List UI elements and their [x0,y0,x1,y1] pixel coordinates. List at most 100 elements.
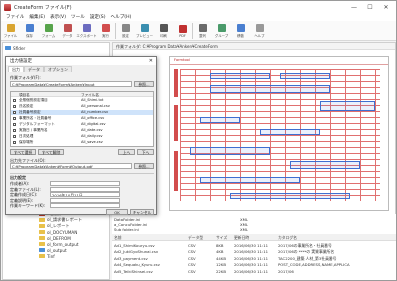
checkbox[interactable] [13,111,16,114]
toolbar-label: エクスポート [76,34,97,38]
toolbar-button-8[interactable]: 印刷 [154,21,173,41]
toolbar-button-1[interactable]: 保存 [20,21,39,41]
tree-item[interactable]: Sflder [3,45,109,51]
table-row[interactable]: Ad3_payment.csv CSV 44KB 2016/06/30 11:11 TA… [112,255,396,261]
output-item-row[interactable]: 氏名設定 All_personal.csv [11,104,153,109]
form-rule-line [360,69,361,201]
menu-bar: ファイル 編集(E) 表示(V) ツール 設定(S) ヘルプ(H) [1,13,396,21]
column-header[interactable]: カタログ名 [278,235,297,241]
table-cell: 22KB [216,268,226,274]
column-header[interactable]: データ型 [188,235,203,241]
checkbox[interactable] [13,135,16,138]
toolbar-icon [82,24,91,32]
menu-item-5[interactable]: ヘルプ(H) [111,14,132,20]
list-item[interactable]: Sub folder.ini XML [112,226,396,232]
ok-button[interactable]: OK [106,209,128,215]
output-browse-button[interactable]: 参照... [134,163,154,169]
menu-item-4[interactable]: 設定(S) [90,14,106,20]
table-row[interactable]: Ad4_Sequaku_Kyuru.csv CSV 12KB 2016/06/30 1… [112,262,396,268]
column-header[interactable]: 名前 [114,235,122,241]
dialog-tab-0[interactable]: 出力 [8,66,24,72]
output-item-row[interactable]: 実施日 / 事業所名 All_date.csv [11,128,153,133]
move-down-button[interactable]: 下へ [137,149,154,155]
output-item-row[interactable]: 全般個別設定項目 All_Shimi.txt [11,98,153,103]
checkbox[interactable] [13,105,16,108]
field-input[interactable]: 2016年10月11日 [50,192,120,197]
menu-item-3[interactable]: ツール [71,14,85,20]
column-header[interactable]: 更新日時 [234,235,249,241]
field-input[interactable] [50,186,120,192]
toolbar-button-0[interactable]: ファイル [1,21,20,41]
toolbar-button-10[interactable]: 整列 [193,21,212,41]
menu-item-0[interactable]: ファイル [6,14,24,20]
menu-item-1[interactable]: 編集(E) [29,14,45,20]
table-cell: CSV [188,249,196,254]
field-input[interactable] [50,203,120,208]
output-item-file: All_personal.csv [81,104,110,109]
form-field-box [230,193,350,199]
form-preview[interactable]: Formtool [169,56,389,211]
toolbar-button-9[interactable]: PDF [173,21,192,41]
table-row[interactable]: Ad2_JukiGyoShunai.csv CSV 4KB 2016/06/30 11… [112,249,396,255]
output-item-row[interactable]: 日次処理 All_daily.csv [11,134,153,139]
output-item-row[interactable]: 保存場所 All_save.csv [11,140,153,145]
toolbar-label: PDF [179,33,186,38]
output-items-list[interactable]: 項目名 ファイル名 全般個別設定項目 All_Shimi.txt 氏名設定 All_p… [10,91,154,147]
toolbar-button-6[interactable]: 設定 [116,21,135,41]
window-title: CreateForm ファイル(F) [14,4,72,11]
toolbar-button-4[interactable]: エクスポート [76,21,97,41]
checkbox[interactable] [13,141,16,144]
field-input[interactable] [50,197,120,203]
checkbox[interactable] [13,99,16,102]
toolbar-label: 整列 [199,34,206,38]
minimize-button[interactable]: — [346,1,362,13]
output-item-row[interactable]: 社員番号設定 All_number.csv [11,110,153,115]
folder-icon [39,218,45,222]
folder-browse-button[interactable]: 参照... [134,81,154,87]
output-field[interactable]: C:¥ProgramData¥Anken¥Form¥Output.pdf [10,163,132,169]
dialog-title: 出力値設定 [10,59,32,64]
table-cell: CSV [188,255,196,261]
form-field-box [210,73,270,79]
output-item-file: All_number.csv [81,110,109,115]
tree-item[interactable]: Tinf [3,253,109,259]
toolbar-button-13[interactable]: ヘルプ [250,21,269,41]
menu-item-2[interactable]: 表示(V) [50,14,66,20]
toolbar-button-2[interactable]: フォーム [39,21,58,41]
field-input[interactable] [50,181,120,186]
toolbar-button-7[interactable]: プレビュー [135,21,154,41]
output-item-name: 日次処理 [19,134,34,139]
checkbox[interactable] [13,123,16,126]
table-cell: CSV [188,242,196,248]
file-list[interactable]: DataFolder.ini XML a_ConcuFolder.ini XML Sub… [112,214,396,280]
tree-item-label: ol_DOCYUMAN [47,229,78,235]
select-all-button[interactable]: すべて選択 [10,149,36,155]
dialog-close-icon[interactable]: ✕ [149,58,153,64]
toolbar-button-11[interactable]: グループ [212,21,231,41]
toolbar-button-12[interactable]: 移動 [231,21,250,41]
deselect-all-button[interactable]: すべて解除 [38,149,64,155]
output-item-row[interactable]: 事業所名・社員番号 All_office.csv [11,116,153,121]
move-up-button[interactable]: 上へ [118,149,135,155]
close-button[interactable]: ✕ [378,1,394,13]
form-field-box [280,73,330,79]
output-item-row[interactable]: デジタルフォーマット All_digital.csv [11,122,153,127]
column-header[interactable]: サイズ [216,235,227,241]
toolbar-label: グループ [214,34,229,38]
folder-field[interactable]: C:¥ProgramData¥CreateForm¥Anken¥Input [10,81,132,87]
output-item-name: 全般個別設定項目 [19,98,48,103]
table-row[interactable]: Ad1_ShimiKouryu.csv CSV 8KB 2016/06/30 11:1… [112,242,396,248]
checkbox[interactable] [13,129,16,132]
toolbar-label: フォーム [41,34,56,38]
checkbox[interactable] [13,117,16,120]
list-item-name: Sub folder.ini [114,226,139,232]
cancel-button[interactable]: キャンセル [130,209,154,215]
table-row[interactable]: Ad5_TeikiShinsei.csv CSV 22KB 2016/06/30 11… [112,268,396,274]
toolbar-icon [44,24,53,32]
toolbar-button-5[interactable]: 実行 [96,21,115,41]
dialog-tab-1[interactable]: データ [24,66,44,72]
dialog-tab-2[interactable]: オプション [44,66,72,72]
output-item-name: 実施日 / 事業所名 [19,128,48,133]
maximize-button[interactable]: ☐ [362,1,378,13]
toolbar-button-3[interactable]: データ [58,21,77,41]
